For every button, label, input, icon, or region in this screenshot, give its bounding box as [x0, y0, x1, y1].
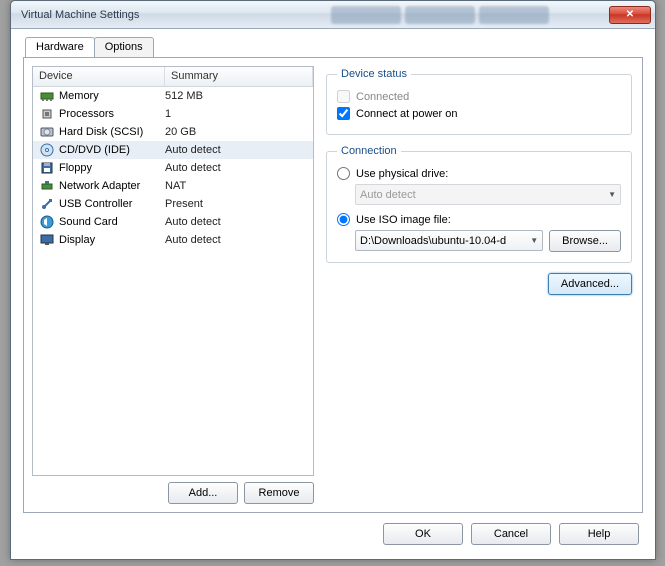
device-label: CD/DVD (IDE) — [59, 144, 163, 156]
physical-radio[interactable] — [337, 167, 350, 180]
device-label: Network Adapter — [59, 180, 163, 192]
device-label: Hard Disk (SCSI) — [59, 126, 163, 138]
physical-row: Use physical drive: — [337, 167, 621, 180]
tab-strip: Hardware Options — [25, 37, 649, 57]
tab-panel: Device Summary Memory512 MBProcessors1Ha… — [23, 57, 643, 513]
cd-icon — [39, 142, 55, 158]
device-row-hdd[interactable]: Hard Disk (SCSI)20 GB — [33, 123, 313, 141]
advanced-button[interactable]: Advanced... — [548, 273, 632, 295]
tab-options[interactable]: Options — [94, 37, 154, 57]
add-button[interactable]: Add... — [168, 482, 238, 504]
device-list-header: Device Summary — [33, 67, 313, 87]
device-label: Floppy — [59, 162, 163, 174]
titlebar: Virtual Machine Settings ✕ — [11, 1, 655, 29]
connected-label: Connected — [356, 91, 409, 103]
device-row-floppy[interactable]: FloppyAuto detect — [33, 159, 313, 177]
device-summary: Present — [163, 198, 313, 210]
tab-hardware[interactable]: Hardware — [25, 37, 95, 57]
usb-icon — [39, 196, 55, 212]
browse-button[interactable]: Browse... — [549, 230, 621, 252]
device-row-cpu[interactable]: Processors1 — [33, 105, 313, 123]
device-summary: 1 — [163, 108, 313, 120]
device-row-usb[interactable]: USB ControllerPresent — [33, 195, 313, 213]
ok-button[interactable]: OK — [383, 523, 463, 545]
device-label: Sound Card — [59, 216, 163, 228]
device-summary: Auto detect — [163, 234, 313, 246]
dialog-footer: OK Cancel Help — [383, 523, 639, 545]
connected-checkbox — [337, 90, 350, 103]
device-row-cd[interactable]: CD/DVD (IDE)Auto detect — [33, 141, 313, 159]
close-icon: ✕ — [626, 9, 634, 20]
device-buttons: Add... Remove — [32, 482, 314, 504]
iso-path-combo[interactable]: D:\Downloads\ubuntu-10.04-d ▼ — [355, 230, 543, 251]
right-column: Device status Connected Connect at power… — [322, 58, 642, 512]
device-row-display[interactable]: DisplayAuto detect — [33, 231, 313, 249]
physical-drive-combo: Auto detect ▼ — [355, 184, 621, 205]
device-summary: Auto detect — [163, 144, 313, 156]
device-status-group: Device status Connected Connect at power… — [326, 68, 632, 135]
poweron-row: Connect at power on — [337, 107, 621, 120]
device-summary: 512 MB — [163, 90, 313, 102]
close-button[interactable]: ✕ — [609, 6, 651, 24]
device-row-memory[interactable]: Memory512 MB — [33, 87, 313, 105]
left-column: Device Summary Memory512 MBProcessors1Ha… — [24, 58, 322, 512]
device-summary: 20 GB — [163, 126, 313, 138]
background-tabs — [331, 6, 549, 24]
connected-row: Connected — [337, 90, 621, 103]
device-summary: Auto detect — [163, 162, 313, 174]
connection-group: Connection Use physical drive: Auto dete… — [326, 145, 632, 263]
device-summary: NAT — [163, 180, 313, 192]
header-summary[interactable]: Summary — [165, 67, 313, 86]
device-row-sound[interactable]: Sound CardAuto detect — [33, 213, 313, 231]
iso-row: Use ISO image file: — [337, 213, 621, 226]
client-area: Hardware Options Device Summary Memory51… — [17, 33, 649, 553]
device-label: Display — [59, 234, 163, 246]
poweron-checkbox[interactable] — [337, 107, 350, 120]
settings-dialog: Virtual Machine Settings ✕ Hardware Opti… — [10, 0, 656, 560]
sound-icon — [39, 214, 55, 230]
cancel-button[interactable]: Cancel — [471, 523, 551, 545]
remove-button[interactable]: Remove — [244, 482, 314, 504]
poweron-label[interactable]: Connect at power on — [356, 108, 458, 120]
help-button[interactable]: Help — [559, 523, 639, 545]
memory-icon — [39, 88, 55, 104]
device-label: Processors — [59, 108, 163, 120]
chevron-down-icon: ▼ — [608, 190, 616, 199]
floppy-icon — [39, 160, 55, 176]
connection-legend: Connection — [337, 145, 401, 157]
display-icon — [39, 232, 55, 248]
hdd-icon — [39, 124, 55, 140]
cpu-icon — [39, 106, 55, 122]
device-status-legend: Device status — [337, 68, 411, 80]
physical-label[interactable]: Use physical drive: — [356, 168, 448, 180]
header-device[interactable]: Device — [33, 67, 165, 86]
window-title: Virtual Machine Settings — [21, 9, 331, 21]
device-row-net[interactable]: Network AdapterNAT — [33, 177, 313, 195]
iso-radio[interactable] — [337, 213, 350, 226]
chevron-down-icon: ▼ — [530, 236, 538, 245]
device-list: Device Summary Memory512 MBProcessors1Ha… — [32, 66, 314, 476]
device-label: USB Controller — [59, 198, 163, 210]
net-icon — [39, 178, 55, 194]
device-label: Memory — [59, 90, 163, 102]
iso-label[interactable]: Use ISO image file: — [356, 214, 451, 226]
device-summary: Auto detect — [163, 216, 313, 228]
